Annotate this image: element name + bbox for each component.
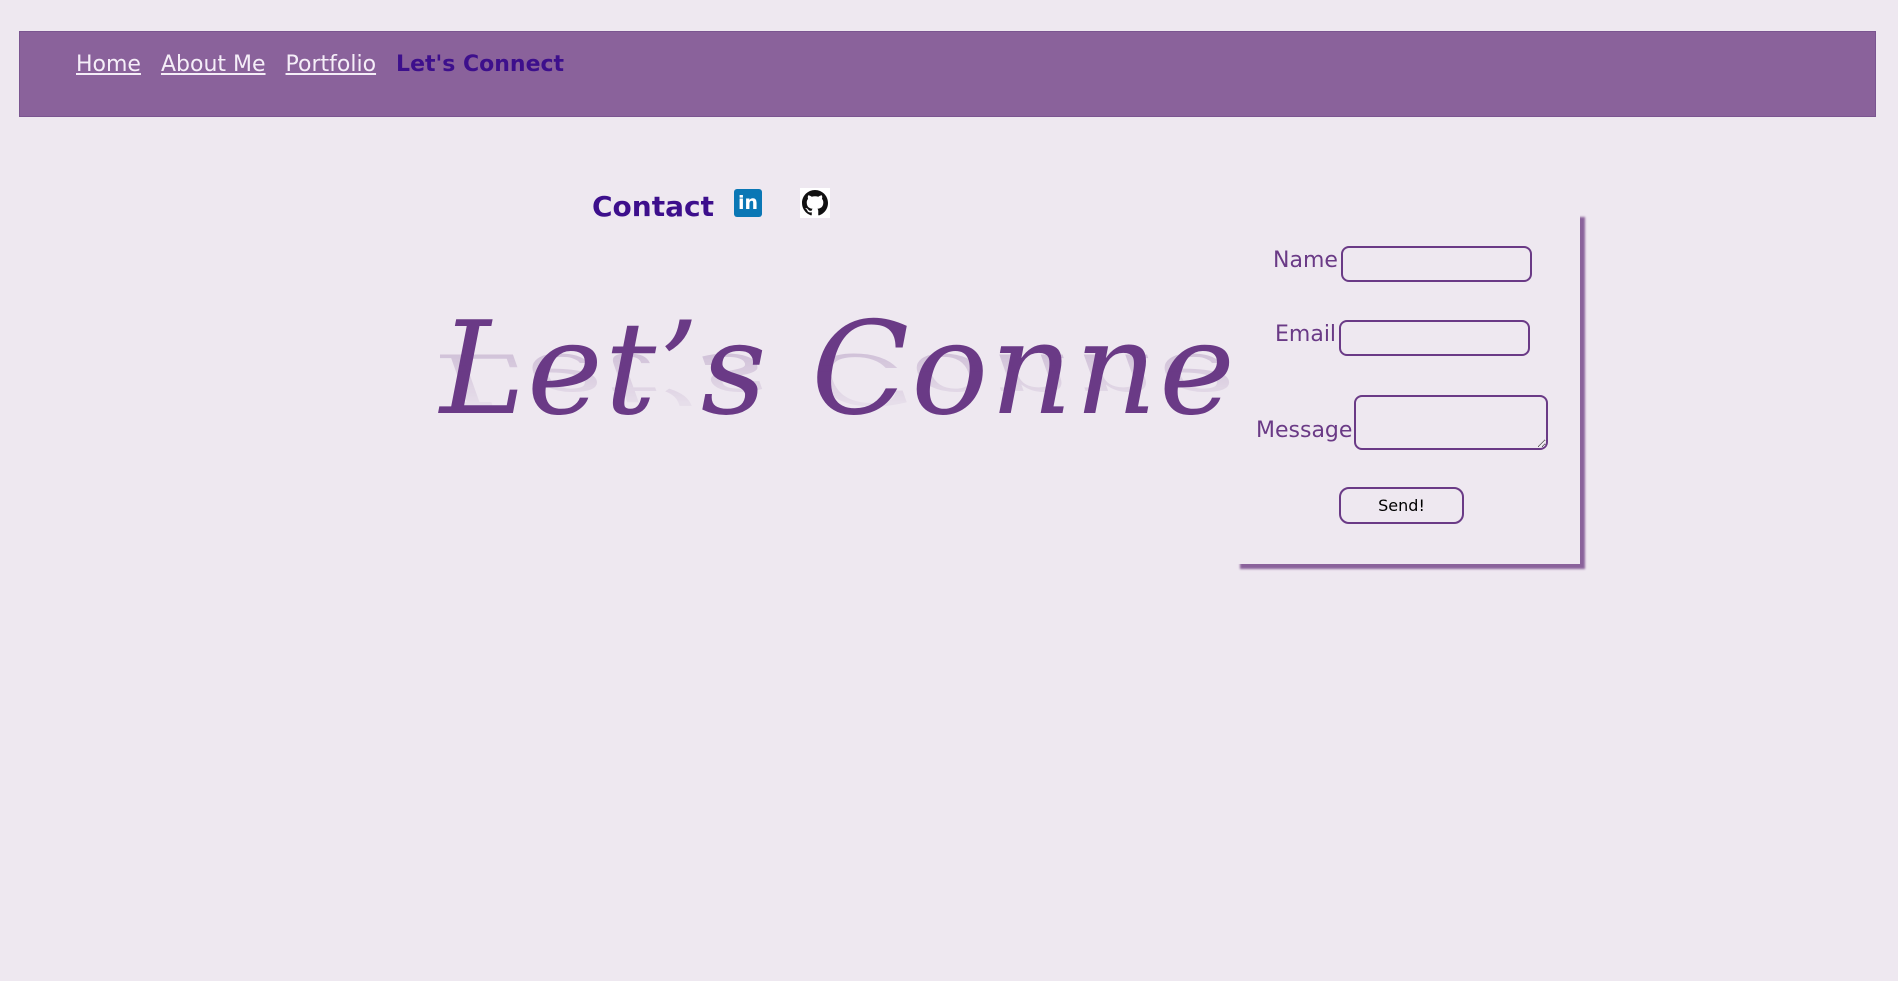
nav-links: Home About Me Portfolio Let's Connect [76, 52, 564, 77]
nav-link-home[interactable]: Home [76, 52, 141, 77]
send-button[interactable]: Send! [1339, 487, 1464, 524]
nav-link-about-me[interactable]: About Me [161, 52, 266, 77]
linkedin-icon-text: in [737, 191, 758, 214]
nav-link-lets-connect[interactable]: Let's Connect [396, 52, 564, 77]
top-navbar: Home About Me Portfolio Let's Connect [19, 31, 1876, 117]
name-label: Name [1273, 248, 1338, 273]
nav-link-portfolio[interactable]: Portfolio [286, 52, 377, 77]
email-label: Email [1275, 322, 1337, 347]
github-icon[interactable] [799, 187, 830, 218]
contact-row: Contact in [592, 182, 830, 223]
contact-heading: Contact [592, 190, 714, 223]
linkedin-icon[interactable]: in [733, 188, 762, 217]
github-icon-graphic [801, 189, 828, 215]
banner-reflection: Let’s Connect [440, 337, 1364, 420]
contact-form: Name Email Message Send! [1235, 212, 1580, 564]
message-label: Message [1256, 418, 1353, 443]
lets-connect-banner: Let’s Connect Let’s Connect [440, 290, 1364, 570]
message-field[interactable] [1354, 395, 1548, 450]
email-field[interactable] [1339, 320, 1530, 356]
name-field[interactable] [1341, 246, 1532, 282]
